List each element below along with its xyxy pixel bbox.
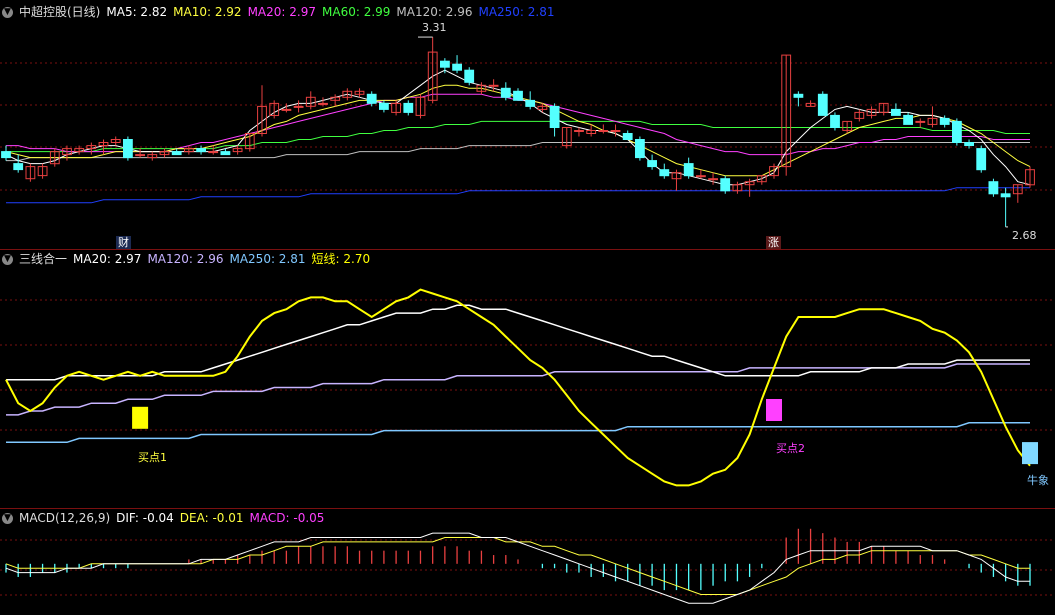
- candle-down: [903, 114, 914, 125]
- candle-up: [281, 108, 292, 111]
- buy-point-1-label: 买点1: [138, 451, 167, 464]
- tsx-ma250-legend: MA250: 2.81: [229, 252, 306, 266]
- collapse-chevron-icon[interactable]: ▼: [2, 254, 13, 265]
- tsx-panel-header: ▼ 三线合一 MA20: 2.97 MA120: 2.96 MA250: 2.81 短线:…: [2, 250, 376, 268]
- tsx-short-legend: 短线: 2.70: [311, 252, 371, 266]
- candle-down: [549, 105, 560, 129]
- tsx-ma20-line: [6, 304, 1030, 381]
- ma5-legend: MA5: 2.82: [106, 5, 168, 19]
- tsx-ma20-legend: MA20: 2.97: [73, 252, 142, 266]
- candle-down: [440, 60, 450, 68]
- ma250-legend: MA250: 2.81: [478, 5, 555, 19]
- tsx-ma120-line: [6, 363, 1030, 416]
- candle-down: [939, 117, 950, 125]
- candle-up: [915, 120, 926, 123]
- ma120-legend: MA120: 2.96: [396, 5, 473, 19]
- candle-down: [793, 93, 804, 98]
- signal-block: [766, 399, 782, 421]
- candle-up: [696, 175, 706, 178]
- candle-down: [513, 90, 523, 101]
- zhang-marker[interactable]: 涨: [766, 236, 781, 249]
- candle-down: [220, 151, 231, 156]
- buy-point-2-label: 买点2: [776, 442, 805, 455]
- ma10-legend: MA10: 2.92: [173, 5, 242, 19]
- candle-down: [683, 163, 694, 177]
- macd-legend: MACD: -0.05: [249, 511, 325, 525]
- candle-up: [574, 130, 584, 132]
- candle-down: [1000, 193, 1011, 198]
- macd-panel-header: ▼ MACD(12,26,9) DIF: -0.04 DEA: -0.01 MACD: …: [2, 509, 330, 527]
- chart-stage: ▼ 中超控股(日线) MA5: 2.82 MA10: 2.92 MA20: 2.97 MA…: [0, 0, 1055, 615]
- candle-down: [464, 69, 475, 83]
- candle-down: [196, 148, 206, 153]
- candle-down: [976, 148, 987, 171]
- candle-up: [293, 105, 304, 108]
- candle-down: [13, 163, 24, 171]
- ma20-legend: MA20: 2.97: [247, 5, 316, 19]
- bull-label: 牛象: [1027, 474, 1049, 487]
- cai-marker[interactable]: 财: [116, 236, 131, 249]
- candle-down: [817, 93, 828, 116]
- tsx-ma120-legend: MA120: 2.96: [147, 252, 224, 266]
- candle-down: [452, 63, 463, 71]
- candle-down: [830, 114, 840, 129]
- low-price-label: 2.68: [1012, 229, 1037, 242]
- tsx-title: 三线合一: [19, 252, 68, 266]
- candle-up: [708, 178, 719, 181]
- collapse-chevron-icon[interactable]: ▼: [2, 513, 13, 524]
- candle-down: [379, 102, 389, 110]
- candle-down: [988, 181, 999, 195]
- candle-down: [891, 108, 901, 116]
- dif-legend: DIF: -0.04: [116, 511, 174, 525]
- candle-up: [208, 151, 219, 154]
- dea-legend: DEA: -0.01: [179, 511, 244, 525]
- candle-down: [525, 99, 536, 107]
- ma60-legend: MA60: 2.99: [322, 5, 391, 19]
- stock-title: 中超控股(日线): [19, 5, 101, 19]
- candle-up: [318, 102, 328, 105]
- candle-up: [488, 84, 499, 87]
- candle-down: [171, 151, 182, 156]
- candle-down: [952, 120, 962, 144]
- dif-line: [5, 532, 1030, 604]
- tsx-ma250-line: [6, 422, 1030, 444]
- signal-block: [1022, 442, 1038, 465]
- candle-down: [500, 87, 511, 98]
- candle-down: [635, 139, 645, 159]
- candle-up: [598, 130, 609, 132]
- candle-up: [135, 154, 145, 157]
- candle-down: [659, 169, 670, 177]
- candle-down: [403, 102, 414, 113]
- high-price-label: 3.31: [422, 21, 447, 34]
- candle-down: [1, 151, 11, 159]
- collapse-chevron-icon[interactable]: ▼: [2, 7, 13, 18]
- candle-down: [720, 178, 731, 192]
- price-panel-header: ▼ 中超控股(日线) MA5: 2.82 MA10: 2.92 MA20: 2.97 MA…: [2, 3, 561, 21]
- candle-up: [610, 130, 621, 132]
- candle-down: [366, 93, 377, 104]
- candle-down: [123, 139, 133, 159]
- macd-title: MACD(12,26,9): [19, 511, 111, 525]
- candle-down: [647, 160, 658, 168]
- candle-down: [964, 142, 975, 146]
- candle-down: [622, 133, 633, 140]
- signal-block: [132, 406, 149, 429]
